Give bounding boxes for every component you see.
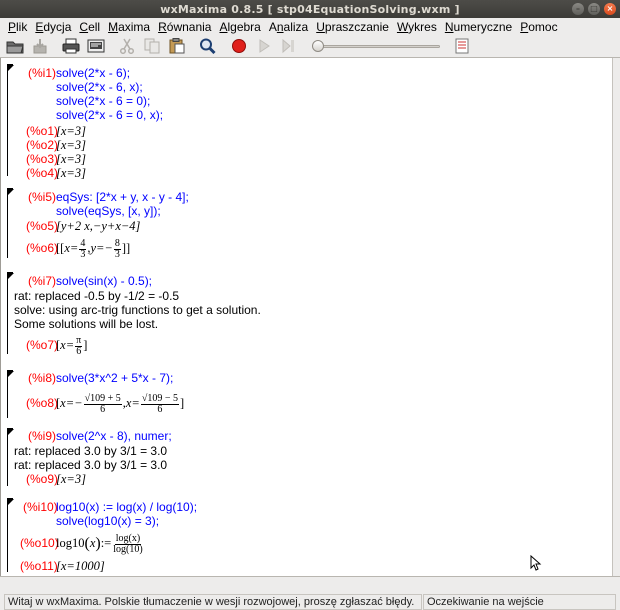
title-bar: wxMaxima 0.8.5 [ stp04EquationSolving.wx… [0,0,620,18]
cell-2[interactable]: (%i5) eqSys: [2*x + y, x - y - 4]; solve… [7,188,597,260]
maximize-button[interactable]: □ [588,3,600,15]
menu-analiza[interactable]: Analiza [265,20,312,34]
menu-maxima[interactable]: Maxima [104,20,154,34]
input-line[interactable]: solve(eqSys, [x, y]); [56,204,161,218]
input-label: (%i9) [28,429,57,443]
menu-algebra[interactable]: Algebra [215,20,264,34]
output-value: [x=3] [56,124,86,138]
info-icon[interactable] [452,37,472,55]
output-value: [x=3] [56,152,86,166]
output-value: [x= π 6] [56,334,88,357]
input-label: (%i5) [28,190,57,204]
find-icon[interactable] [198,37,218,55]
cell-bracket[interactable] [7,370,14,418]
cell-1[interactable]: (%i1) solve(2*x - 6); solve(2*x - 6, x);… [7,64,597,180]
input-label: (%i8) [28,371,57,385]
vertical-scrollbar[interactable] [612,58,620,576]
cell-4[interactable]: (%i8) solve(3*x^2 + 5*x - 7); (%o8) [x=−… [7,370,597,420]
output-label: (%o11) [20,559,58,573]
cell-bracket[interactable] [7,498,14,572]
input-line[interactable]: log10(x) := log(x) / log(10); [56,500,197,514]
message-line: solve: using arc-trig functions to get a… [14,303,261,317]
output-value: [[x= 4 3 ,y=− 8 3]] [56,237,131,260]
input-label: (%i10) [23,500,58,514]
output-label: (%o1) [26,124,59,138]
toolbar [0,35,620,58]
input-line[interactable]: eqSys: [2*x + y, x - y - 4]; [56,190,189,204]
minimize-button[interactable]: – [572,3,584,15]
menu-cell[interactable]: Cell [75,20,104,34]
cell-5[interactable]: (%i9) solve(2^x - 8), numer; rat: replac… [7,428,597,488]
output-label: (%o4) [26,166,59,180]
cell-bracket[interactable] [7,64,14,176]
cell-bracket[interactable] [7,428,14,486]
animation-slider[interactable] [312,39,440,53]
open-icon[interactable] [5,37,25,55]
input-line[interactable]: solve(sin(x) - 0.5); [56,274,152,288]
menu-wykres[interactable]: Wykres [393,20,441,34]
input-label: (%i1) [28,66,57,80]
worksheet[interactable]: (%i1) solve(2*x - 6); solve(2*x - 6, x);… [0,58,612,576]
output-label: (%o5) [26,219,59,233]
input-line[interactable]: solve(3*x^2 + 5*x - 7); [56,371,173,385]
menu-rownania[interactable]: Równania [154,20,215,34]
config-icon[interactable] [86,37,106,55]
print-icon[interactable] [61,37,81,55]
output-value: [x=1000] [56,559,105,573]
input-line[interactable]: solve(2*x - 6 = 0); [56,94,150,108]
input-line[interactable]: solve(2*x - 6); [56,66,130,80]
output-label: (%o6) [26,241,59,255]
cell-3[interactable]: (%i7) solve(sin(x) - 0.5); rat: replaced… [7,272,597,356]
output-value: [x=3] [56,166,86,180]
paste-icon[interactable] [167,37,187,55]
status-bar: Witaj w wxMaxima. Polskie tłumaczenie w … [0,580,620,610]
play-icon[interactable] [254,37,274,55]
cut-icon[interactable] [117,37,137,55]
menu-plik[interactable]: Plik [4,20,31,34]
menu-numeryczne[interactable]: Numeryczne [441,20,516,34]
cell-bracket[interactable] [7,272,14,354]
output-label: (%o9) [26,472,59,486]
input-line[interactable]: solve(2^x - 8), numer; [56,429,172,443]
menu-edycja[interactable]: Edycja [31,20,75,34]
cell-6[interactable]: (%i10) log10(x) := log(x) / log(10); sol… [7,498,597,574]
input-line[interactable]: solve(2*x - 6 = 0, x); [56,108,163,122]
output-value: log10(x):= log(x) log(10) [56,532,143,555]
input-line[interactable]: solve(2*x - 6, x); [56,80,143,94]
menu-upraszczanie[interactable]: Upraszczanie [312,20,393,34]
close-button[interactable]: × [604,3,616,15]
output-value: [x=3] [56,472,86,486]
slider-knob[interactable] [312,40,324,52]
mouse-cursor-icon [530,555,542,571]
save-icon[interactable] [30,37,50,55]
output-label: (%o3) [26,152,59,166]
menu-bar: Plik Edycja Cell Maxima Równania Algebra… [0,18,620,35]
menu-pomoc[interactable]: Pomoc [516,20,561,34]
copy-icon[interactable] [142,37,162,55]
message-line: rat: replaced 3.0 by 3/1 = 3.0 [14,444,168,458]
step-icon[interactable] [279,37,299,55]
output-label: (%o2) [26,138,59,152]
window-title: wxMaxima 0.8.5 [ stp04EquationSolving.wx… [160,2,460,16]
message-line: rat: replaced 3.0 by 3/1 = 3.0 [14,458,168,472]
status-message: Witaj w wxMaxima. Polskie tłumaczenie w … [4,594,422,610]
cell-bracket[interactable] [7,188,14,258]
message-line: rat: replaced -0.5 by -1/2 = -0.5 [14,289,180,303]
output-value: [x=3] [56,138,86,152]
output-label: (%o10) [20,536,59,550]
slider-track [312,45,440,48]
input-label: (%i7) [28,274,57,288]
status-state: Oczekiwanie na wejście [423,594,616,610]
output-value: [x=− √109 + 5 6 ,x= √109 − 5 6] [56,392,185,415]
stop-icon[interactable] [229,37,249,55]
output-label: (%o8) [26,396,59,410]
output-label: (%o7) [26,338,59,352]
